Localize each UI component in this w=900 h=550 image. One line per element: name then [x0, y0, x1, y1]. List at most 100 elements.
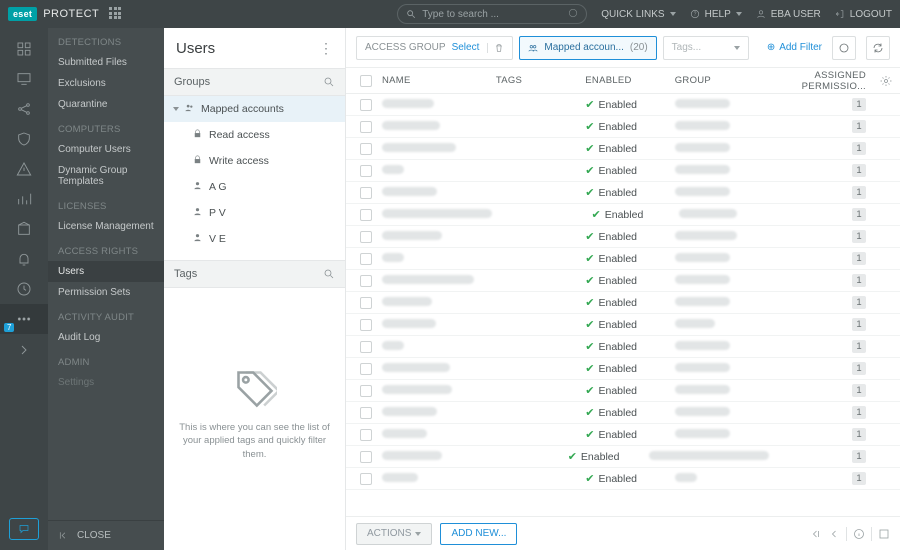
nav-item[interactable]: Exclusions [48, 73, 164, 94]
col-perm[interactable]: ASSIGNED PERMISSIO... [766, 70, 872, 92]
global-search[interactable]: Type to search ... [397, 4, 587, 24]
tree-item[interactable]: Mapped accounts [164, 96, 345, 122]
rail-policies[interactable] [0, 124, 48, 154]
logout-button[interactable]: LOGOUT [835, 9, 892, 20]
table-row[interactable]: ✔Enabled1 [346, 116, 900, 138]
table-row[interactable]: ✔Enabled1 [346, 204, 900, 226]
actions-button[interactable]: ACTIONS [356, 523, 432, 545]
tree-item[interactable]: V E [164, 226, 345, 252]
add-new-button[interactable]: ADD NEW... [440, 523, 517, 545]
nav-item[interactable]: Submitted Files [48, 52, 164, 73]
col-tags[interactable]: TAGS [490, 75, 579, 86]
row-checkbox[interactable] [360, 209, 372, 221]
search-icon[interactable] [323, 268, 335, 280]
row-checkbox[interactable] [360, 297, 372, 309]
refresh-button[interactable] [866, 36, 890, 60]
feedback-button[interactable] [9, 518, 39, 540]
table-row[interactable]: ✔Enabled1 [346, 248, 900, 270]
nav-item[interactable]: Permission Sets [48, 282, 164, 303]
nav-item[interactable]: Audit Log [48, 327, 164, 348]
quick-links-menu[interactable]: QUICK LINKS [601, 9, 675, 20]
row-checkbox[interactable] [360, 385, 372, 397]
user-menu[interactable]: EBA USER [756, 9, 821, 20]
table-row[interactable]: ✔Enabled1 [346, 358, 900, 380]
access-group-chip[interactable]: ACCESS GROUP Select [356, 36, 513, 60]
select-all-checkbox[interactable] [360, 75, 372, 87]
table-row[interactable]: ✔Enabled1 [346, 182, 900, 204]
cell-enabled: ✔Enabled [579, 362, 668, 375]
col-enabled[interactable]: ENABLED [579, 75, 668, 86]
rail-reports[interactable] [0, 184, 48, 214]
nav-item[interactable]: Dynamic Group Templates [48, 160, 164, 192]
tree-item[interactable]: Read access [164, 122, 345, 148]
cell-name [376, 121, 490, 133]
row-checkbox[interactable] [360, 187, 372, 199]
row-checkbox[interactable] [360, 253, 372, 265]
row-checkbox[interactable] [360, 319, 372, 331]
trash-icon[interactable] [494, 43, 504, 53]
rail-threats[interactable] [0, 154, 48, 184]
table-row[interactable]: ✔Enabled1 [346, 94, 900, 116]
search-icon[interactable] [323, 76, 335, 88]
mapped-accounts-chip[interactable]: Mapped accoun... (20) [519, 36, 656, 60]
rail-network[interactable] [0, 94, 48, 124]
row-checkbox[interactable] [360, 407, 372, 419]
rail-computers[interactable] [0, 64, 48, 94]
table-row[interactable]: ✔Enabled1 [346, 226, 900, 248]
table-row[interactable]: ✔Enabled1 [346, 380, 900, 402]
row-checkbox[interactable] [360, 429, 372, 441]
expand-icon[interactable] [878, 528, 890, 540]
tags-filter[interactable]: Tags... [663, 36, 749, 60]
row-checkbox[interactable] [360, 143, 372, 155]
nav-item[interactable]: Settings [48, 372, 164, 393]
row-checkbox[interactable] [360, 341, 372, 353]
row-checkbox[interactable] [360, 275, 372, 287]
nav-item[interactable]: Quarantine [48, 94, 164, 115]
col-group[interactable]: GROUP [669, 75, 767, 86]
row-checkbox[interactable] [360, 99, 372, 111]
rail-notifications[interactable] [0, 244, 48, 274]
table-row[interactable]: ✔Enabled1 [346, 446, 900, 468]
table-row[interactable]: ✔Enabled1 [346, 314, 900, 336]
tree-item[interactable]: A G [164, 174, 345, 200]
table-row[interactable]: ✔Enabled1 [346, 292, 900, 314]
row-checkbox[interactable] [360, 165, 372, 177]
row-checkbox[interactable] [360, 451, 372, 463]
add-filter-button[interactable]: ⊕Add Filter [767, 42, 822, 53]
row-checkbox[interactable] [360, 473, 372, 485]
col-name[interactable]: NAME [376, 75, 490, 86]
nav-section: ACCESS RIGHTS [48, 237, 164, 261]
cell-name [376, 165, 490, 177]
nav-item[interactable]: Computer Users [48, 139, 164, 160]
table-row[interactable]: ✔Enabled1 [346, 468, 900, 490]
rail-expand[interactable] [0, 338, 48, 362]
table-row[interactable]: ✔Enabled1 [346, 138, 900, 160]
table-row[interactable]: ✔Enabled1 [346, 270, 900, 292]
info-icon[interactable] [853, 528, 865, 540]
rail-installers[interactable] [0, 214, 48, 244]
prev-page-icon[interactable] [828, 528, 840, 540]
cell-group [643, 451, 775, 463]
nav-item[interactable]: Users [48, 261, 164, 282]
table-row[interactable]: ✔Enabled1 [346, 336, 900, 358]
users-table: NAME TAGS ENABLED GROUP ASSIGNED PERMISS… [346, 68, 900, 516]
tree-item[interactable]: P V [164, 200, 345, 226]
rail-more[interactable]: 7 [0, 304, 48, 334]
nav-item[interactable]: License Management [48, 216, 164, 237]
row-checkbox[interactable] [360, 363, 372, 375]
table-row[interactable]: ✔Enabled1 [346, 402, 900, 424]
row-checkbox[interactable] [360, 121, 372, 133]
rail-status[interactable] [0, 274, 48, 304]
help-menu[interactable]: ? HELP [690, 9, 742, 20]
columns-settings[interactable] [872, 75, 900, 87]
table-row[interactable]: ✔Enabled1 [346, 160, 900, 182]
preset-button[interactable] [832, 36, 856, 60]
rail-dashboard[interactable] [0, 34, 48, 64]
first-page-icon[interactable] [810, 528, 822, 540]
collapse-nav-button[interactable]: CLOSE [48, 520, 164, 550]
row-checkbox[interactable] [360, 231, 372, 243]
page-menu-icon[interactable]: ⋮ [319, 40, 333, 57]
table-row[interactable]: ✔Enabled1 [346, 424, 900, 446]
app-launcher-icon[interactable] [109, 7, 123, 21]
tree-item[interactable]: Write access [164, 148, 345, 174]
